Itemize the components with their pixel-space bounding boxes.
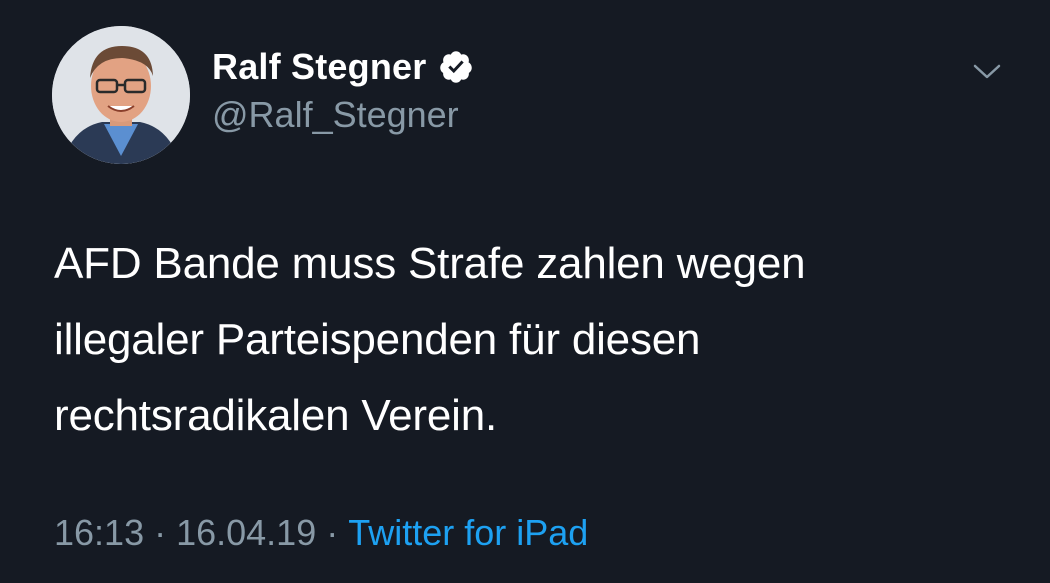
tweet-text-line: AFD Bande muss Strafe zahlen wegen — [54, 239, 806, 288]
display-name[interactable]: Ralf Stegner — [212, 46, 426, 88]
verified-badge-icon — [440, 51, 473, 83]
author-name-row[interactable]: Ralf Stegner — [212, 44, 474, 90]
handle[interactable]: @Ralf_Stegner — [212, 94, 459, 136]
tweet-text-line: illegaler Parteispenden für diesen — [54, 315, 701, 364]
tweet-text-line: rechtsradikalen Verein. — [54, 391, 497, 440]
tweet-source-link[interactable]: Twitter for iPad — [348, 512, 588, 553]
avatar[interactable] — [52, 26, 190, 164]
tweet-time[interactable]: 16:13 — [54, 512, 144, 553]
meta-separator: · — [326, 512, 339, 553]
meta-separator: · — [154, 512, 167, 553]
tweet-text: AFD Bande muss Strafe zahlen wegen illeg… — [54, 226, 1004, 454]
tweet-date[interactable]: 16.04.19 — [176, 512, 316, 553]
tweet-card: Ralf Stegner @Ralf_Stegner AFD Bande mus… — [0, 0, 1050, 583]
chevron-down-icon[interactable] — [970, 58, 1004, 84]
profile-photo — [52, 26, 190, 164]
tweet-meta: 16:13 · 16.04.19 · Twitter for iPad — [54, 512, 588, 554]
